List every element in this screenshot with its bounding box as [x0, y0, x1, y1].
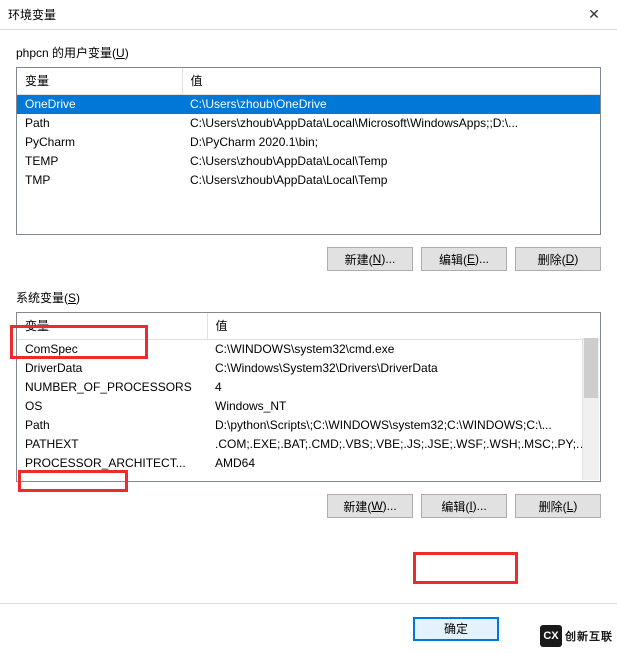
cell-var: ComSpec	[17, 340, 207, 360]
table-row[interactable]: OSWindows_NT	[17, 397, 600, 416]
col-header-val[interactable]: 值	[182, 68, 600, 95]
col-header-var[interactable]: 变量	[17, 68, 182, 95]
cell-val: 4	[207, 378, 600, 397]
cell-var: NUMBER_OF_PROCESSORS	[17, 378, 207, 397]
user-vars-buttons: 新建(N)... 编辑(E)... 删除(D)	[16, 247, 601, 271]
user-edit-button[interactable]: 编辑(E)...	[421, 247, 507, 271]
table-row[interactable]: PROCESSOR_ARCHITECT...AMD64	[17, 454, 600, 473]
cell-var: OneDrive	[17, 95, 182, 115]
highlight-box	[413, 552, 518, 584]
user-delete-button[interactable]: 删除(D)	[515, 247, 601, 271]
cell-val: AMD64	[207, 454, 600, 473]
table-row[interactable]: PyCharmD:\PyCharm 2020.1\bin;	[17, 133, 600, 152]
cell-val: C:\Users\zhoub\OneDrive	[182, 95, 600, 115]
user-vars-table[interactable]: 变量 值 OneDriveC:\Users\zhoub\OneDrivePath…	[16, 67, 601, 235]
watermark: CX 创新互联	[540, 625, 613, 647]
table-row[interactable]: TEMPC:\Users\zhoub\AppData\Local\Temp	[17, 152, 600, 171]
cell-var: PROCESSOR_ARCHITECT...	[17, 454, 207, 473]
cell-var: TMP	[17, 171, 182, 190]
user-vars-label: phpcn 的用户变量(U)	[16, 44, 601, 61]
cell-val: D:\python\Scripts\;C:\WINDOWS\system32;C…	[207, 416, 600, 435]
col-header-var[interactable]: 变量	[17, 313, 207, 340]
table-row[interactable]: NUMBER_OF_PROCESSORS4	[17, 378, 600, 397]
table-row[interactable]: ComSpecC:\WINDOWS\system32\cmd.exe	[17, 340, 600, 360]
sys-vars-table[interactable]: 变量 值 ComSpecC:\WINDOWS\system32\cmd.exeD…	[16, 312, 601, 482]
table-row[interactable]: OneDriveC:\Users\zhoub\OneDrive	[17, 95, 600, 115]
cell-val: .COM;.EXE;.BAT;.CMD;.VBS;.VBE;.JS;.JSE;.…	[207, 435, 600, 454]
dialog-footer: 确定 取消	[0, 603, 617, 653]
scrollbar-thumb[interactable]	[584, 338, 598, 398]
sys-vars-label: 系统变量(S)	[16, 289, 601, 306]
cell-val: Windows_NT	[207, 397, 600, 416]
table-row[interactable]: TMPC:\Users\zhoub\AppData\Local\Temp	[17, 171, 600, 190]
sys-delete-button[interactable]: 删除(L)	[515, 494, 601, 518]
cell-var: Path	[17, 416, 207, 435]
ok-button[interactable]: 确定	[413, 617, 499, 641]
sys-new-button[interactable]: 新建(W)...	[327, 494, 413, 518]
cell-val: C:\Users\zhoub\AppData\Local\Temp	[182, 152, 600, 171]
watermark-logo: CX	[540, 625, 562, 647]
cell-var: Path	[17, 114, 182, 133]
cell-val: C:\WINDOWS\system32\cmd.exe	[207, 340, 600, 360]
cell-var: OS	[17, 397, 207, 416]
cell-var: TEMP	[17, 152, 182, 171]
sys-vars-buttons: 新建(W)... 编辑(I)... 删除(L)	[16, 494, 601, 518]
cell-val: C:\Windows\System32\Drivers\DriverData	[207, 359, 600, 378]
titlebar: 环境变量 ✕	[0, 0, 617, 30]
cell-var: PyCharm	[17, 133, 182, 152]
table-row[interactable]: PathD:\python\Scripts\;C:\WINDOWS\system…	[17, 416, 600, 435]
cell-var: PATHEXT	[17, 435, 207, 454]
cell-var: DriverData	[17, 359, 207, 378]
col-header-val[interactable]: 值	[207, 313, 600, 340]
watermark-text: 创新互联	[565, 628, 613, 644]
window-title: 环境变量	[8, 6, 579, 23]
cell-val: C:\Users\zhoub\AppData\Local\Microsoft\W…	[182, 114, 600, 133]
cell-val: C:\Users\zhoub\AppData\Local\Temp	[182, 171, 600, 190]
sys-edit-button[interactable]: 编辑(I)...	[421, 494, 507, 518]
user-new-button[interactable]: 新建(N)...	[327, 247, 413, 271]
table-row[interactable]: PATHEXT.COM;.EXE;.BAT;.CMD;.VBS;.VBE;.JS…	[17, 435, 600, 454]
cell-val: D:\PyCharm 2020.1\bin;	[182, 133, 600, 152]
scrollbar[interactable]	[582, 338, 599, 480]
table-row[interactable]: DriverDataC:\Windows\System32\Drivers\Dr…	[17, 359, 600, 378]
close-icon[interactable]: ✕	[579, 5, 609, 25]
table-row[interactable]: PathC:\Users\zhoub\AppData\Local\Microso…	[17, 114, 600, 133]
